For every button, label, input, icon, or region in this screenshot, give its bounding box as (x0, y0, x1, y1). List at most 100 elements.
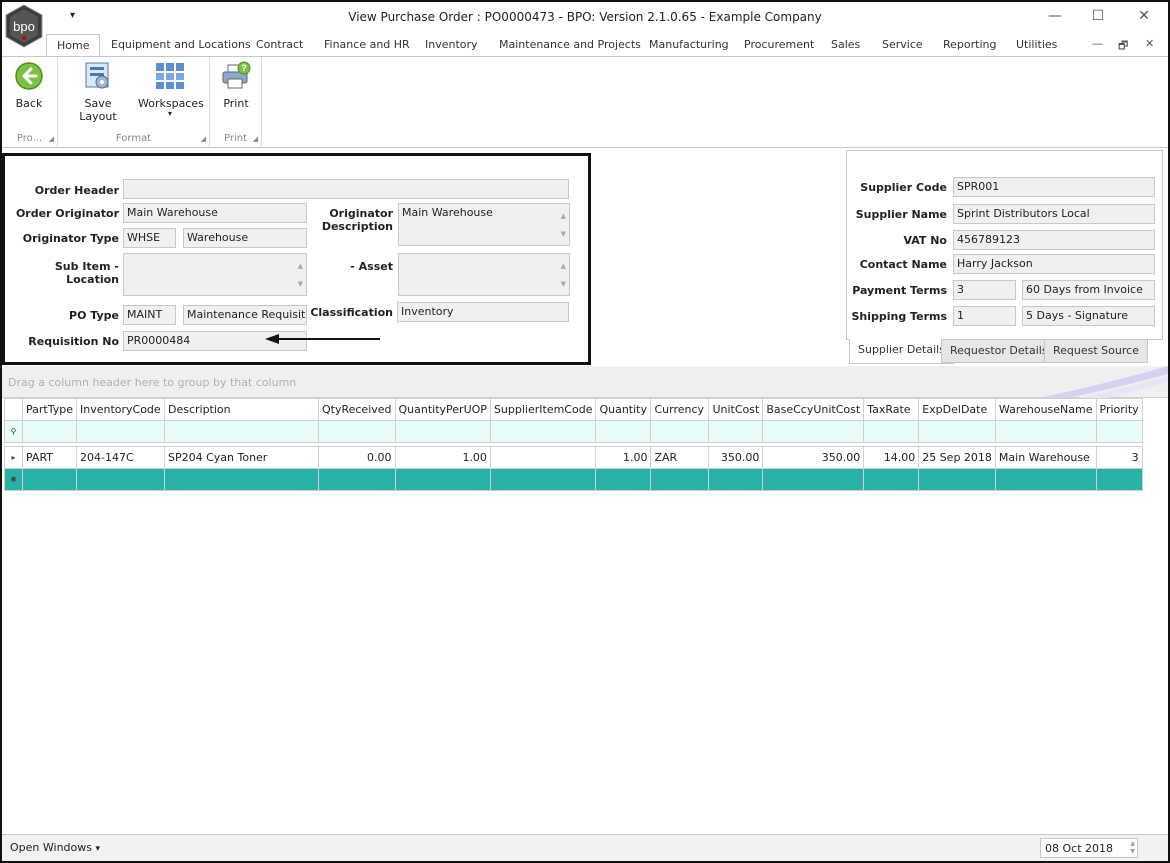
new-row-cell[interactable] (394, 468, 491, 491)
order-originator-field[interactable]: Main Warehouse (123, 203, 307, 223)
column-header[interactable]: QtyReceived (317, 398, 396, 421)
date-picker[interactable]: 08 Oct 2018 ▲ ▼ (1040, 838, 1138, 858)
column-header[interactable]: TaxRate (863, 398, 920, 421)
contact-name-field[interactable]: Harry Jackson (953, 254, 1155, 274)
print-button[interactable]: ? Print (218, 61, 254, 110)
filter-cell[interactable] (317, 420, 396, 443)
new-row-cell[interactable] (863, 468, 920, 491)
new-row-cell[interactable] (22, 468, 77, 491)
new-row-cell[interactable] (994, 468, 1097, 491)
new-row-cell[interactable] (708, 468, 764, 491)
filter-cell[interactable] (650, 420, 710, 443)
group-by-panel[interactable]: Drag a column header here to group by th… (2, 366, 1168, 398)
filter-cell[interactable] (75, 420, 165, 443)
scroll-arrows-icon[interactable]: ▲ ▼ (298, 257, 303, 293)
mdi-close-button[interactable]: ✕ (1145, 37, 1154, 50)
filter-cell[interactable] (595, 420, 652, 443)
shipping-terms-desc-field[interactable]: 5 Days - Signature (1022, 306, 1155, 326)
payment-terms-code-field[interactable]: 3 (953, 280, 1016, 300)
column-header[interactable]: QuantityPerUOP (394, 398, 491, 421)
cell-quantityperuop[interactable]: 1.00 (394, 446, 491, 469)
tab-contract[interactable]: Contract (256, 34, 303, 56)
cell-supplieritemcode[interactable] (489, 446, 597, 469)
filter-cell[interactable] (994, 420, 1097, 443)
open-windows-button[interactable]: Open Windows ▾ (10, 841, 100, 854)
column-header[interactable]: BaseCcyUnitCost (762, 398, 865, 421)
new-item-row[interactable]: ✱ (4, 468, 1143, 491)
filter-cell[interactable] (762, 420, 865, 443)
originator-type-code-field[interactable]: WHSE (123, 228, 176, 248)
column-header[interactable]: SupplierItemCode (489, 398, 597, 421)
tab-manufacturing[interactable]: Manufacturing (649, 34, 729, 56)
tab-reporting[interactable]: Reporting (943, 34, 996, 56)
save-layout-button[interactable]: Save Layout (66, 61, 130, 123)
tab-inventory[interactable]: Inventory (425, 34, 478, 56)
new-row-cell[interactable] (317, 468, 396, 491)
cell-quantity[interactable]: 1.00 (595, 446, 652, 469)
po-type-desc-field[interactable]: Maintenance Requisition (183, 305, 307, 325)
tab-requestor-details[interactable]: Requestor Details (941, 339, 1057, 363)
tab-utilities[interactable]: Utilities (1016, 34, 1057, 56)
mdi-minimize-button[interactable]: — (1092, 37, 1103, 50)
filter-cell[interactable] (22, 420, 77, 443)
filter-cell[interactable] (708, 420, 764, 443)
new-row-cell[interactable] (918, 468, 996, 491)
group-launcher-icon[interactable]: ◢ (201, 135, 206, 143)
payment-terms-desc-field[interactable]: 60 Days from Invoice (1022, 280, 1155, 300)
po-type-code-field[interactable]: MAINT (123, 305, 176, 325)
cell-parttype[interactable]: PART (22, 446, 77, 469)
originator-type-desc-field[interactable]: Warehouse (183, 228, 307, 248)
filter-icon[interactable]: ⚲ (4, 420, 23, 443)
row-indicator-icon[interactable]: ▸ (4, 446, 23, 469)
column-header[interactable]: Priority (1095, 398, 1143, 421)
mdi-restore-button[interactable]: 🗗 (1118, 37, 1128, 56)
maximize-button[interactable]: ☐ (1088, 8, 1108, 24)
column-header[interactable]: Quantity (595, 398, 652, 421)
cell-taxrate[interactable]: 14.00 (863, 446, 920, 469)
originator-description-field[interactable]: Main Warehouse ▲ ▼ (398, 203, 570, 246)
workspaces-button[interactable]: Workspaces ▾ (138, 61, 204, 118)
new-row-cell[interactable] (650, 468, 710, 491)
column-header[interactable]: InventoryCode (75, 398, 165, 421)
tab-service[interactable]: Service (882, 34, 923, 56)
order-header-field[interactable] (123, 179, 569, 199)
shipping-terms-code-field[interactable]: 1 (953, 306, 1016, 326)
filter-cell[interactable] (1095, 420, 1143, 443)
filter-cell[interactable] (863, 420, 920, 443)
tab-home[interactable]: Home (46, 34, 101, 57)
cell-description[interactable]: SP204 Cyan Toner (163, 446, 319, 469)
cell-currency[interactable]: ZAR (650, 446, 710, 469)
new-row-icon[interactable]: ✱ (4, 468, 23, 491)
cell-expdeldate[interactable]: 25 Sep 2018 (918, 446, 996, 469)
scroll-arrows-icon[interactable]: ▲ ▼ (561, 257, 566, 293)
tab-sales[interactable]: Sales (831, 34, 860, 56)
new-row-cell[interactable] (762, 468, 865, 491)
filter-cell[interactable] (163, 420, 319, 443)
filter-cell[interactable] (489, 420, 597, 443)
column-header[interactable]: PartType (22, 398, 77, 421)
tab-procurement[interactable]: Procurement (744, 34, 814, 56)
bpo-logo[interactable]: bpo (2, 4, 46, 48)
cell-warehousename[interactable]: Main Warehouse (994, 446, 1097, 469)
column-header[interactable]: UnitCost (708, 398, 764, 421)
tab-maintenance-and-projects[interactable]: Maintenance and Projects (499, 34, 641, 56)
minimize-button[interactable]: — (1045, 8, 1065, 24)
tab-supplier-details[interactable]: Supplier Details (849, 339, 954, 364)
cell-qtyreceived[interactable]: 0.00 (317, 446, 396, 469)
back-button[interactable]: Back (12, 61, 46, 110)
cell-unitcost[interactable]: 350.00 (708, 446, 764, 469)
cell-priority[interactable]: 3 (1095, 446, 1143, 469)
table-row[interactable]: ▸ PART 204-147C SP204 Cyan Toner 0.00 1.… (4, 446, 1143, 469)
vat-no-field[interactable]: 456789123 (953, 230, 1155, 250)
asset-field[interactable]: ▲ ▼ (398, 253, 570, 296)
close-button[interactable]: ✕ (1134, 8, 1154, 24)
new-row-cell[interactable] (75, 468, 165, 491)
supplier-code-field[interactable]: SPR001 (953, 177, 1155, 197)
new-row-cell[interactable] (595, 468, 652, 491)
tab-finance-and-hr[interactable]: Finance and HR (324, 34, 410, 56)
filter-cell[interactable] (918, 420, 996, 443)
filter-cell[interactable] (394, 420, 491, 443)
group-launcher-icon[interactable]: ◢ (253, 135, 258, 143)
tab-request-source[interactable]: Request Source (1044, 339, 1148, 363)
column-header[interactable]: Currency (650, 398, 710, 421)
